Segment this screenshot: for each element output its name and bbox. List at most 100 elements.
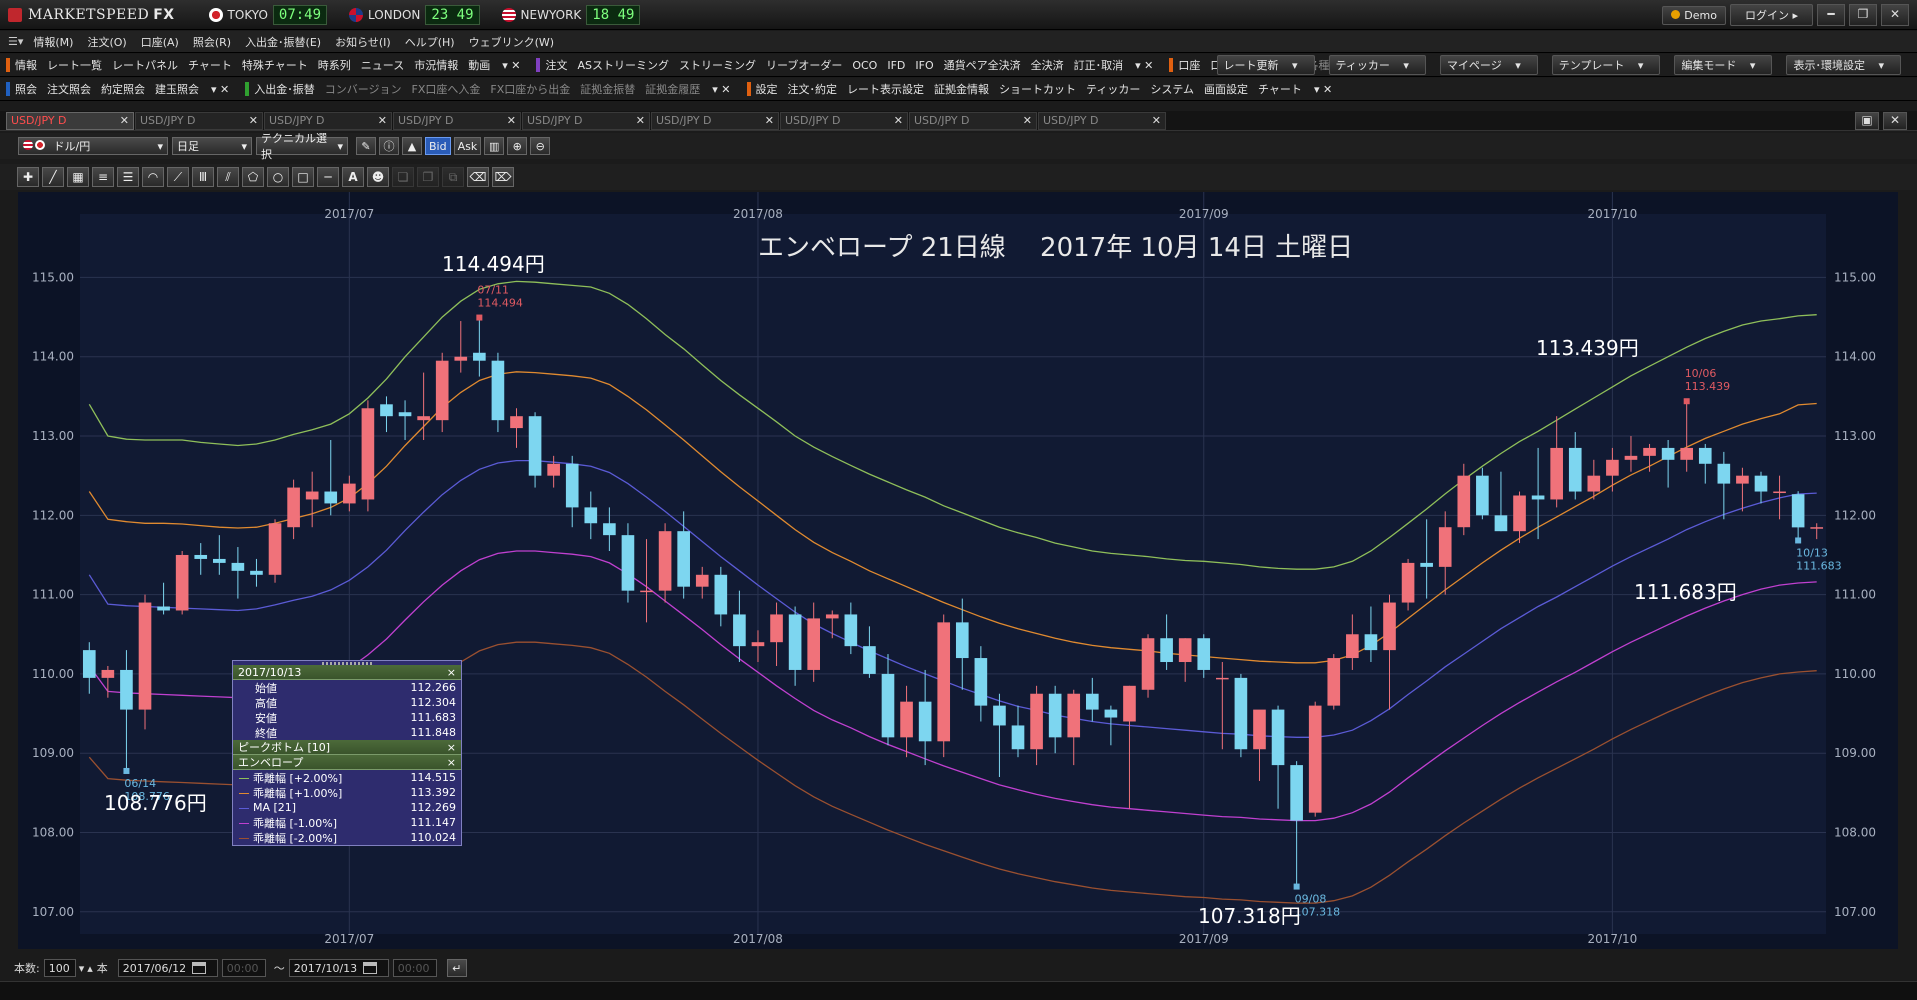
login-button[interactable]: ログイン ▸ (1729, 4, 1813, 26)
tab-close-icon[interactable]: ✕ (765, 114, 774, 127)
toolbar-item[interactable]: IFD (887, 59, 905, 72)
toolbar-item[interactable]: 照会 (15, 81, 37, 97)
chart-tab[interactable]: USD/JPY D ✕ (393, 111, 521, 130)
chart-tab[interactable]: USD/JPY D ✕ (264, 111, 392, 130)
chart-tab[interactable]: USD/JPY D ✕ (6, 111, 134, 130)
copy-icon[interactable]: ❏ (392, 167, 414, 187)
eraser-icon[interactable]: ⌫ (467, 167, 489, 187)
zoom-out-icon[interactable]: ⊖ (530, 137, 551, 155)
rectangle-icon[interactable]: □ (292, 167, 314, 187)
close-icon[interactable]: × (447, 741, 456, 754)
toolbar-group-close-icon[interactable]: ▾ ✕ (502, 59, 520, 72)
menu-item[interactable]: お知らせ(I) (335, 34, 391, 50)
close-icon[interactable]: ✕ (1881, 4, 1909, 26)
tab-close-icon[interactable]: ✕ (120, 114, 129, 127)
duplicate-icon[interactable]: ⧉ (442, 167, 464, 187)
area-chart-icon[interactable]: ▲ (402, 137, 422, 155)
menu-item[interactable]: ウェブリンク(W) (469, 34, 554, 50)
toolbar-item[interactable]: 特殊チャート (242, 57, 308, 73)
menu-item[interactable]: 入出金･振替(E) (245, 34, 321, 50)
menu-item[interactable]: 口座(A) (141, 34, 179, 50)
paste-icon[interactable]: ❐ (417, 167, 439, 187)
arc-icon[interactable]: ◠ (142, 167, 164, 187)
crosshair-icon[interactable]: ✚ (17, 167, 39, 187)
toolbar-item[interactable]: ショートカット (999, 81, 1076, 97)
demo-button[interactable]: Demo (1662, 5, 1726, 25)
chart-tab[interactable]: USD/JPY D ✕ (522, 111, 650, 130)
toolbar-item-disabled[interactable]: 証拠金履歴 (645, 81, 700, 97)
toolbar-item[interactable]: 時系列 (318, 57, 351, 73)
toolbar-item[interactable]: 動画 (468, 57, 490, 73)
close-icon[interactable]: × (447, 756, 456, 769)
pentagon-icon[interactable]: ⬠ (242, 167, 264, 187)
info-icon[interactable]: ⓘ (379, 137, 399, 155)
toolbar-item[interactable]: チャート (1258, 81, 1302, 97)
toolbar-item[interactable]: 画面設定 (1204, 81, 1248, 97)
toolbar-right-button[interactable]: マイページ ▾ (1439, 55, 1538, 75)
toolbar-right-button[interactable]: 編集モード ▾ (1674, 55, 1773, 75)
toolbar-item[interactable]: IFO (915, 59, 933, 72)
chart-tab[interactable]: USD/JPY D ✕ (1038, 111, 1166, 130)
toolbar-group-close-icon[interactable]: ▾ ✕ (1135, 59, 1153, 72)
candle-type-icon[interactable]: ▥ (484, 137, 505, 155)
toolbar-item[interactable]: 証拠金情報 (934, 81, 989, 97)
toolbar-item[interactable]: 情報 (15, 57, 37, 73)
toolbar-item[interactable]: 設定 (756, 81, 778, 97)
tab-close-icon[interactable]: ✕ (894, 114, 903, 127)
from-time-input[interactable]: 00:00 (221, 959, 266, 977)
menu-item[interactable]: 情報(M) (33, 34, 73, 50)
toolbar-group-close-icon[interactable]: ▾ ✕ (211, 83, 229, 96)
toolbar-item-disabled[interactable]: コンバージョン (325, 81, 402, 97)
close-chart-icon[interactable]: ✕ (1883, 112, 1907, 130)
toolbar-item[interactable]: ティッカー (1086, 81, 1140, 97)
tab-close-icon[interactable]: ✕ (378, 114, 387, 127)
fan-icon[interactable]: ⟋ (167, 167, 189, 187)
chart-tab[interactable]: USD/JPY D ✕ (780, 111, 908, 130)
toolbar-group-close-icon[interactable]: ▾ ✕ (712, 83, 730, 96)
to-date-input[interactable]: 2017/10/13 (288, 959, 389, 977)
toolbar-right-button[interactable]: 表示･環境設定 ▾ (1786, 55, 1901, 75)
toolbar-right-button[interactable]: テンプレート ▾ (1551, 55, 1661, 75)
chart-tab[interactable]: USD/JPY D ✕ (909, 111, 1037, 130)
toolbar-item[interactable]: 市況情報 (414, 57, 458, 73)
toolbar-item[interactable]: レートパネル (112, 57, 178, 73)
toolbar-item[interactable]: 建玉照会 (155, 81, 199, 97)
to-time-input[interactable]: 00:00 (392, 959, 437, 977)
chart-tab[interactable]: USD/JPY D ✕ (651, 111, 779, 130)
channel-icon[interactable]: ⫽ (217, 167, 239, 187)
menu-icon[interactable]: ☰▾ (8, 35, 23, 48)
toolbar-item-disabled[interactable]: 証拠金振替 (580, 81, 635, 97)
toolbar-item-disabled[interactable]: FX口座へ入金 (412, 81, 481, 97)
period-select[interactable]: 日足 ▾ (172, 137, 252, 155)
text-icon[interactable]: A (342, 167, 364, 187)
hline-icon[interactable]: ─ (317, 167, 339, 187)
toolbar-item[interactable]: 全決済 (1031, 57, 1064, 73)
ohlc-popup[interactable]: 2017/10/13 × 始値 112.266 高値 112.304 安値 111.683 終… (232, 660, 462, 846)
toolbar-item-disabled[interactable]: FX口座から出金 (490, 81, 570, 97)
bid-button[interactable]: Bid (425, 137, 451, 155)
toolbar-item[interactable]: リーブオーダー (766, 57, 842, 73)
toolbar-item[interactable]: 入出金･振替 (254, 81, 315, 97)
tab-close-icon[interactable]: ✕ (1023, 114, 1032, 127)
toolbar-item[interactable]: 注文 (545, 57, 567, 73)
toolbar-item[interactable]: 通貨ペア全決済 (944, 57, 1021, 73)
close-icon[interactable]: × (447, 666, 456, 679)
toolbar-item[interactable]: ASストリーミング (577, 57, 669, 73)
technical-select[interactable]: テクニカル選択 ▾ (256, 132, 348, 161)
from-date-input[interactable]: 2017/06/12 (117, 959, 218, 977)
reset-range-icon[interactable]: ↵ (446, 959, 467, 977)
toolbar-right-button[interactable]: ティッカー ▾ (1328, 55, 1426, 75)
stepper-up-icon[interactable]: ▴ (87, 962, 93, 975)
ask-button[interactable]: Ask (453, 137, 482, 155)
pair-select[interactable]: ドル/円 ▾ (18, 137, 168, 155)
maximize-icon[interactable]: ❐ (1849, 4, 1877, 26)
calendar-icon[interactable] (192, 962, 207, 974)
toolbar-item[interactable]: 口座 (1178, 57, 1200, 73)
toolbar-group-close-icon[interactable]: ▾ ✕ (1314, 83, 1332, 96)
zoom-in-icon[interactable]: ⊕ (507, 137, 528, 155)
tab-close-icon[interactable]: ✕ (507, 114, 516, 127)
toolbar-item[interactable]: システム (1150, 81, 1194, 97)
toolbar-item[interactable]: 注文･約定 (788, 81, 838, 97)
toolbar-right-button[interactable]: レート更新 ▾ (1216, 55, 1315, 75)
bar-count-input[interactable]: 100 (43, 959, 76, 977)
